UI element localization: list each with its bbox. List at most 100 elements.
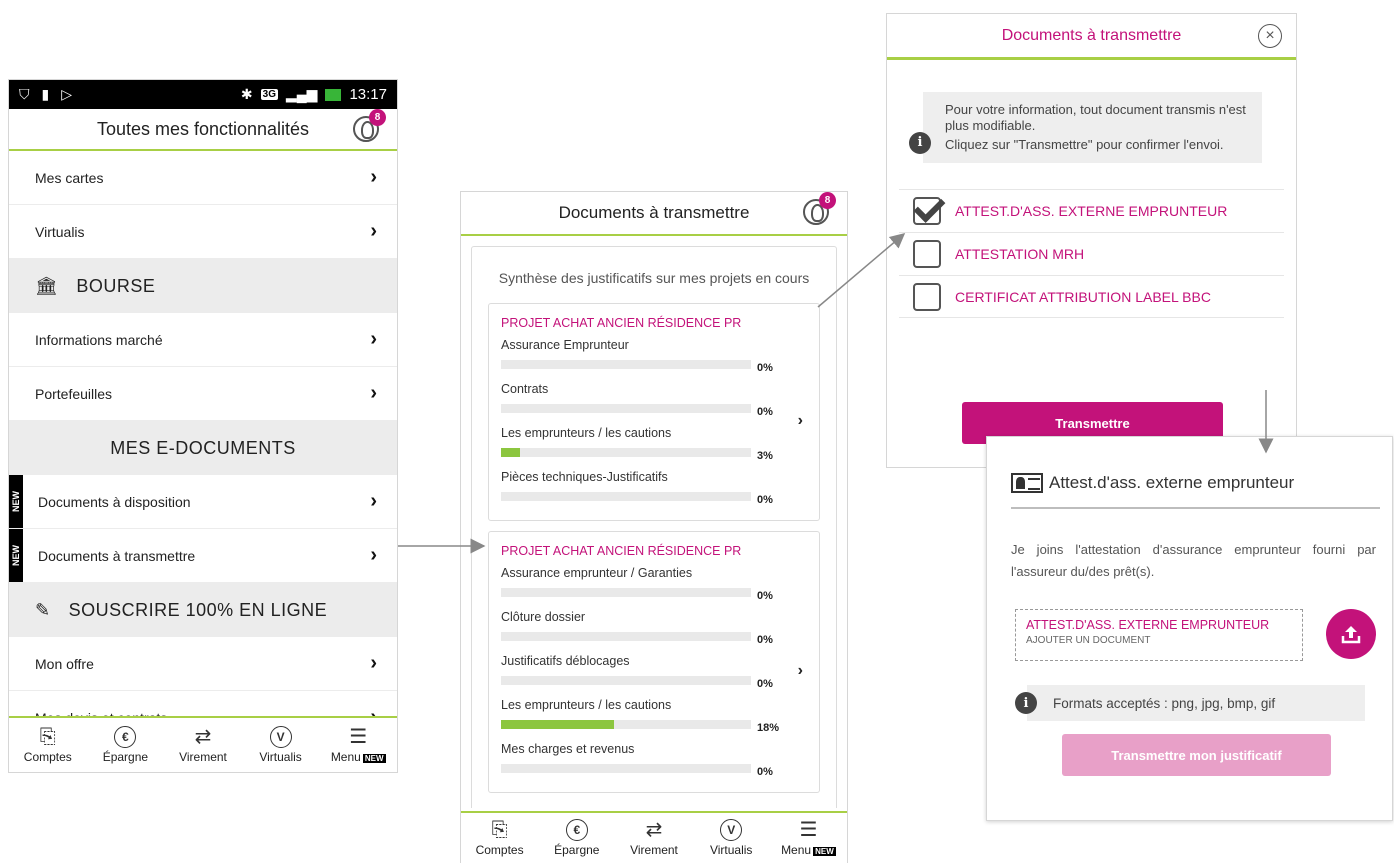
summary-title: Synthèse des justificatifs sur mes proje… bbox=[498, 270, 810, 286]
nav-label: Virement bbox=[630, 843, 678, 857]
section-bourse: 🏛 BOURSE bbox=[9, 259, 397, 313]
nav-comptes[interactable]: ⎘ Comptes bbox=[9, 718, 87, 772]
upload-doc-title: ATTEST.D'ASS. EXTERNE EMPRUNTEUR bbox=[1026, 618, 1270, 632]
progress-item: Contrats 0% bbox=[501, 382, 807, 418]
nav-label: Épargne bbox=[102, 750, 149, 764]
menu-item-documents-disposition[interactable]: NEW Documents à disposition › bbox=[9, 475, 397, 529]
chevron-right-icon: › bbox=[797, 412, 803, 429]
progress-label: Mes charges et revenus bbox=[501, 742, 635, 756]
info-icon: i bbox=[1015, 692, 1037, 714]
nav-epargne[interactable]: € Épargne bbox=[87, 718, 165, 772]
nav-menu-label-wrap: Menu NEW bbox=[331, 750, 386, 764]
status-bar: ⛉ ▮ ▷ ✱ 3G ▂▄▆ 13:17 bbox=[9, 80, 397, 109]
chevron-right-icon: › bbox=[370, 382, 377, 404]
progress-percent: 0% bbox=[757, 406, 773, 418]
close-icon[interactable]: × bbox=[1258, 24, 1282, 48]
menu-item-mon-offre[interactable]: Mon offre › bbox=[9, 637, 397, 691]
nav-label: Virement bbox=[179, 750, 227, 764]
header: Toutes mes fonctionnalités 8 bbox=[9, 109, 397, 151]
progress-percent: 0% bbox=[757, 766, 773, 778]
chevron-right-icon: › bbox=[370, 544, 377, 566]
nav-epargne[interactable]: € Épargne bbox=[538, 813, 615, 863]
document-checkbox-row[interactable]: ATTEST.D'ASS. EXTERNE EMPRUNTEUR bbox=[899, 189, 1284, 232]
menu-item-documents-transmettre[interactable]: NEW Documents à transmettre › bbox=[9, 529, 397, 583]
dialog-header: Documents à transmettre × bbox=[887, 14, 1296, 60]
upload-dropzone[interactable]: ATTEST.D'ASS. EXTERNE EMPRUNTEUR AJOUTER… bbox=[1015, 609, 1303, 661]
progress-percent: 18% bbox=[757, 722, 780, 734]
progress-label: Justificatifs déblocages bbox=[501, 654, 630, 668]
profile-icon[interactable]: 8 bbox=[803, 192, 836, 225]
nav-label: Virtualis bbox=[259, 750, 302, 764]
nav-menu[interactable]: ☰ Menu NEW bbox=[770, 813, 847, 863]
formats-text: Formats acceptés : png, jpg, bmp, gif bbox=[1053, 695, 1276, 711]
menu-item-informations-marche[interactable]: Informations marché › bbox=[9, 313, 397, 367]
menu-item-mes-devis[interactable]: Mes devis et contrats › bbox=[9, 691, 397, 718]
header: Documents à transmettre 8 bbox=[461, 192, 847, 236]
menu-item-label: Virtualis bbox=[35, 223, 85, 240]
nav-virement[interactable]: ⇄ Virement bbox=[615, 813, 692, 863]
document-label: ATTEST.D'ASS. EXTERNE EMPRUNTEUR bbox=[955, 203, 1228, 219]
menu-item-label: Documents à disposition bbox=[38, 493, 191, 510]
bottom-nav: ⎘ Comptes € Épargne ⇄ Virement V Virtual… bbox=[461, 811, 847, 863]
nav-virtualis[interactable]: V Virtualis bbox=[693, 813, 770, 863]
progress-item: Justificatifs déblocages 0% bbox=[501, 654, 807, 690]
clock: 13:17 bbox=[349, 86, 387, 103]
upload-button[interactable] bbox=[1326, 609, 1376, 659]
document-checkbox-row[interactable]: CERTIFICAT ATTRIBUTION LABEL BBC bbox=[899, 275, 1284, 318]
upload-header: Attest.d'ass. externe emprunteur bbox=[1011, 473, 1380, 509]
progress-bar bbox=[501, 403, 751, 413]
bluetooth-icon: ✱ bbox=[240, 86, 253, 102]
progress-label: Les emprunteurs / les cautions bbox=[501, 426, 672, 440]
new-badge: NEW bbox=[813, 847, 836, 856]
nav-virtualis[interactable]: V Virtualis bbox=[242, 718, 320, 772]
transfer-icon: ⇄ bbox=[645, 819, 663, 841]
menu-item-label: Mon offre bbox=[35, 655, 94, 672]
checkbox-unchecked[interactable] bbox=[913, 282, 941, 311]
progress-label: Contrats bbox=[501, 382, 549, 396]
document-checkbox-row[interactable]: ATTESTATION MRH bbox=[899, 232, 1284, 275]
project-card[interactable]: PROJET ACHAT ANCIEN RÉSIDENCE PR Assuranc… bbox=[488, 303, 820, 521]
new-badge: NEW bbox=[362, 754, 386, 763]
euro-icon: € bbox=[565, 819, 588, 841]
nav-menu[interactable]: ☰ Menu NEW bbox=[319, 718, 397, 772]
profile-icon[interactable]: 8 bbox=[353, 109, 386, 142]
checkbox-unchecked[interactable] bbox=[913, 240, 941, 268]
project-list: PROJET ACHAT ANCIEN RÉSIDENCE PR Assuranc… bbox=[488, 303, 820, 793]
transmettre-justificatif-button[interactable]: Transmettre mon justificatif bbox=[1062, 734, 1331, 776]
progress-item: Assurance emprunteur / Garanties 0% bbox=[501, 566, 807, 602]
checkbox-checked[interactable] bbox=[913, 197, 941, 225]
nav-label: Comptes bbox=[23, 750, 72, 764]
transfer-icon: ⇄ bbox=[194, 726, 212, 748]
project-card[interactable]: PROJET ACHAT ANCIEN RÉSIDENCE PR Assuranc… bbox=[488, 531, 820, 793]
wallet-icon: ⎘ bbox=[39, 726, 56, 748]
upload-description: Je joins l'attestation d'assurance empru… bbox=[1011, 542, 1376, 579]
nav-label: Menu bbox=[781, 843, 812, 857]
menu-item-virtualis[interactable]: Virtualis › bbox=[9, 205, 397, 259]
sim-icon: ▮ bbox=[41, 86, 50, 102]
progress-bar bbox=[501, 719, 751, 729]
progress-row: 0% bbox=[501, 670, 807, 690]
menu-item-portefeuilles[interactable]: Portefeuilles › bbox=[9, 367, 397, 421]
documents-summary: Synthèse des justificatifs sur mes proje… bbox=[461, 236, 847, 808]
bottom-nav: ⎘ Comptes € Épargne ⇄ Virement V Virtual… bbox=[9, 716, 397, 772]
progress-row: 0% bbox=[501, 758, 807, 778]
wallet-icon: ⎘ bbox=[491, 819, 508, 841]
progress-item: Clôture dossier 0% bbox=[501, 610, 807, 646]
nav-comptes[interactable]: ⎘ Comptes bbox=[461, 813, 538, 863]
progress-percent: 0% bbox=[757, 362, 773, 374]
progress-label: Pièces techniques-Justificatifs bbox=[501, 470, 668, 484]
upload-icon bbox=[1341, 626, 1361, 644]
nav-label: Menu bbox=[330, 750, 361, 764]
menu-item-mes-cartes[interactable]: Mes cartes › bbox=[9, 151, 397, 205]
hamburger-icon: ☰ bbox=[799, 819, 818, 841]
progress-item: Mes charges et revenus 0% bbox=[501, 742, 807, 778]
progress-percent: 0% bbox=[757, 494, 773, 506]
network-type: 3G bbox=[260, 89, 278, 100]
notification-badge: 8 bbox=[819, 192, 836, 209]
nav-virement[interactable]: ⇄ Virement bbox=[164, 718, 242, 772]
chevron-right-icon: › bbox=[370, 220, 377, 242]
menu-item-label: Informations marché bbox=[35, 331, 163, 348]
progress-label: Assurance emprunteur / Garanties bbox=[501, 566, 693, 580]
bank-icon: 🏛 bbox=[35, 275, 59, 296]
chevron-right-icon: › bbox=[797, 662, 803, 679]
